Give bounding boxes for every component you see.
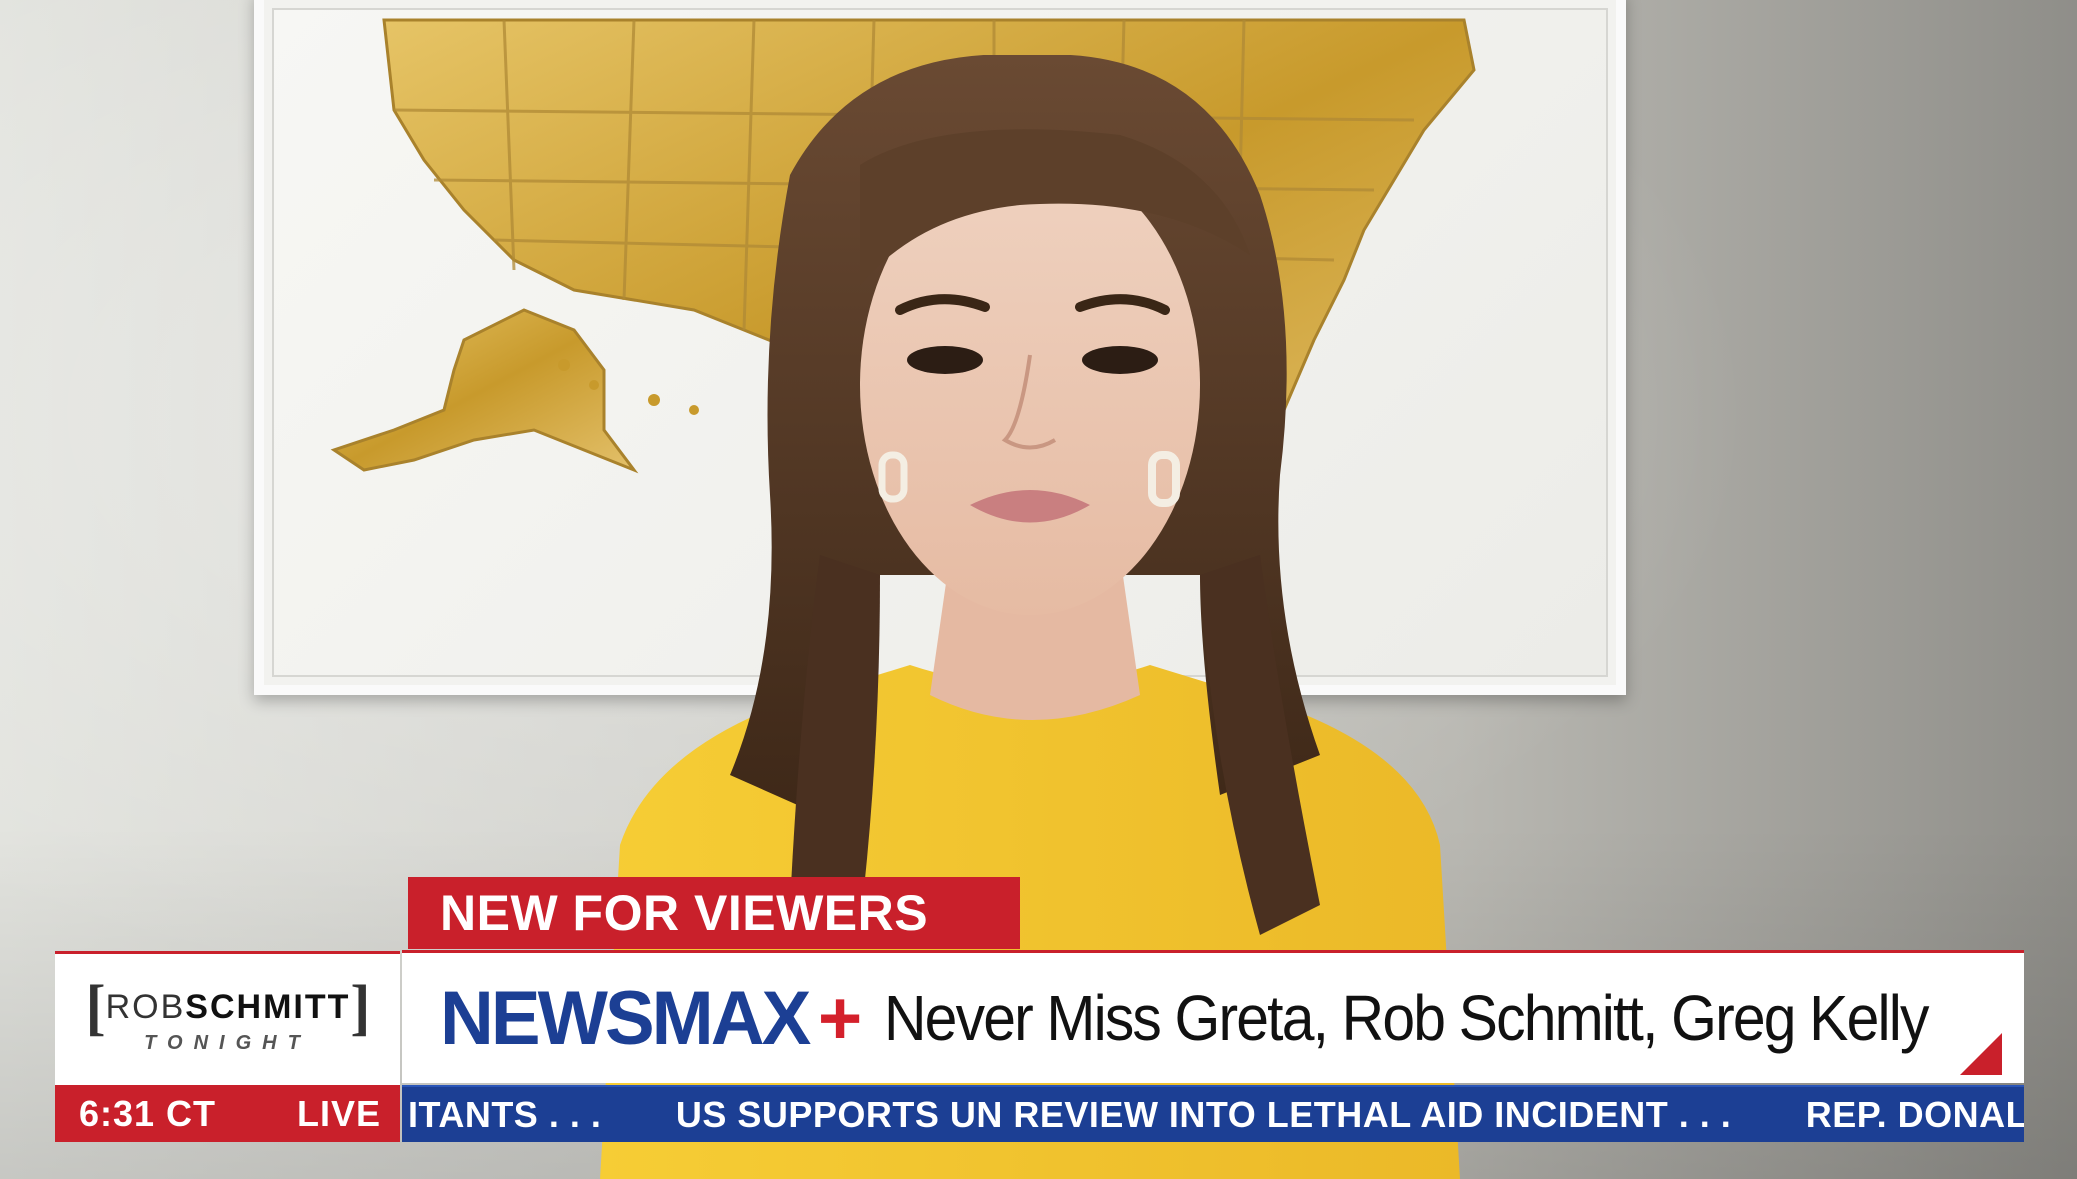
time-live-bar: 6:31 CT LIVE: [55, 1085, 400, 1142]
corner-triangle-icon: [1960, 1033, 2002, 1075]
ticker-item: ITANTS . . .: [408, 1093, 602, 1135]
ticker-item: US SUPPORTS UN REVIEW INTO LETHAL AID IN…: [675, 1093, 1732, 1135]
ticker-item: REP. DONAL: [1805, 1093, 2024, 1135]
show-logo: [ ROB SCHMITT ]: [63, 976, 393, 1039]
tag-label: NEW FOR VIEWERS: [440, 885, 929, 941]
ticker-items: ITANTS . . . US SUPPORTS UN REVIEW INTO …: [402, 1094, 2024, 1136]
headline-bar: NEWSMAX + Never Miss Greta, Rob Schmitt,…: [402, 950, 2024, 1083]
logo-subtitle: TONIGHT: [144, 1032, 311, 1054]
newsmax-brand: NEWSMAX: [440, 975, 811, 1061]
headline-text: Never Miss Greta, Rob Schmitt, Greg Kell…: [884, 982, 1929, 1054]
clock-time: 6:31 CT: [79, 1092, 217, 1134]
logo-rob: ROB: [105, 987, 186, 1026]
live-indicator: LIVE: [297, 1092, 382, 1134]
video-frame: NEW FOR VIEWERS [ ROB SCHMITT ] TONIGHT …: [0, 0, 2077, 1179]
logo-bracket-right: ]: [350, 972, 371, 1042]
new-for-viewers-tag: NEW FOR VIEWERS: [408, 877, 1020, 949]
logo-bracket-left: [: [85, 972, 106, 1042]
newsmax-plus-icon: +: [817, 975, 863, 1061]
logo-schmitt: SCHMITT: [185, 987, 351, 1026]
news-ticker: ITANTS . . . US SUPPORTS UN REVIEW INTO …: [402, 1085, 2024, 1142]
show-logo-bug: [ ROB SCHMITT ] TONIGHT: [55, 951, 400, 1086]
